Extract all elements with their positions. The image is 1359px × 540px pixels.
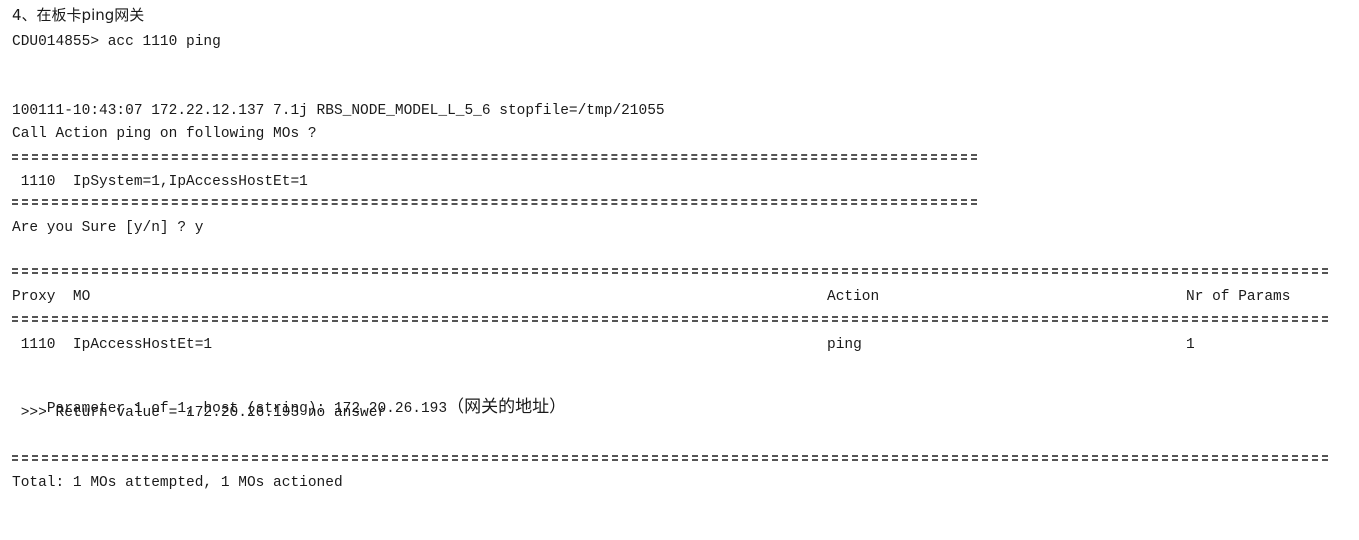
table-bottom-rule	[12, 455, 1328, 461]
confirm-line: Are you Sure [y/n] ? y	[12, 220, 204, 236]
row-nr-params: 1	[1186, 337, 1195, 353]
status-line: 100111-10:43:07 172.22.12.137 7.1j RBS_N…	[12, 103, 665, 119]
mo-entry-line: 1110 IpSystem=1,IpAccessHostEt=1	[12, 174, 308, 190]
total-line: Total: 1 MOs attempted, 1 MOs actioned	[12, 475, 343, 491]
row-proxy-mo: 1110 IpAccessHostEt=1	[12, 337, 213, 353]
table-header-rule	[12, 316, 1328, 322]
row-action: ping	[827, 337, 862, 353]
step-heading: 4、在板卡ping网关	[12, 6, 145, 24]
parameter-line: Parameter 1 of 1, host (string): 172.20.…	[12, 380, 566, 417]
question-line: Call Action ping on following MOs ?	[12, 126, 317, 142]
separator-rule	[12, 154, 977, 160]
header-nr-params: Nr of Params	[1186, 289, 1291, 305]
terminal-output: 4、在板卡ping网关 CDU014855> acc 1110 ping 100…	[12, 0, 1342, 540]
command-prompt-line: CDU014855> acc 1110 ping	[12, 34, 221, 50]
separator-rule	[12, 199, 977, 205]
table-top-rule	[12, 268, 1328, 274]
header-action: Action	[827, 289, 880, 305]
return-value-line: >>> Return value = 172.20.26.193 no answ…	[12, 405, 387, 421]
parameter-note: （网关的地址）	[447, 397, 567, 417]
header-proxy-mo: Proxy MO	[12, 289, 91, 305]
